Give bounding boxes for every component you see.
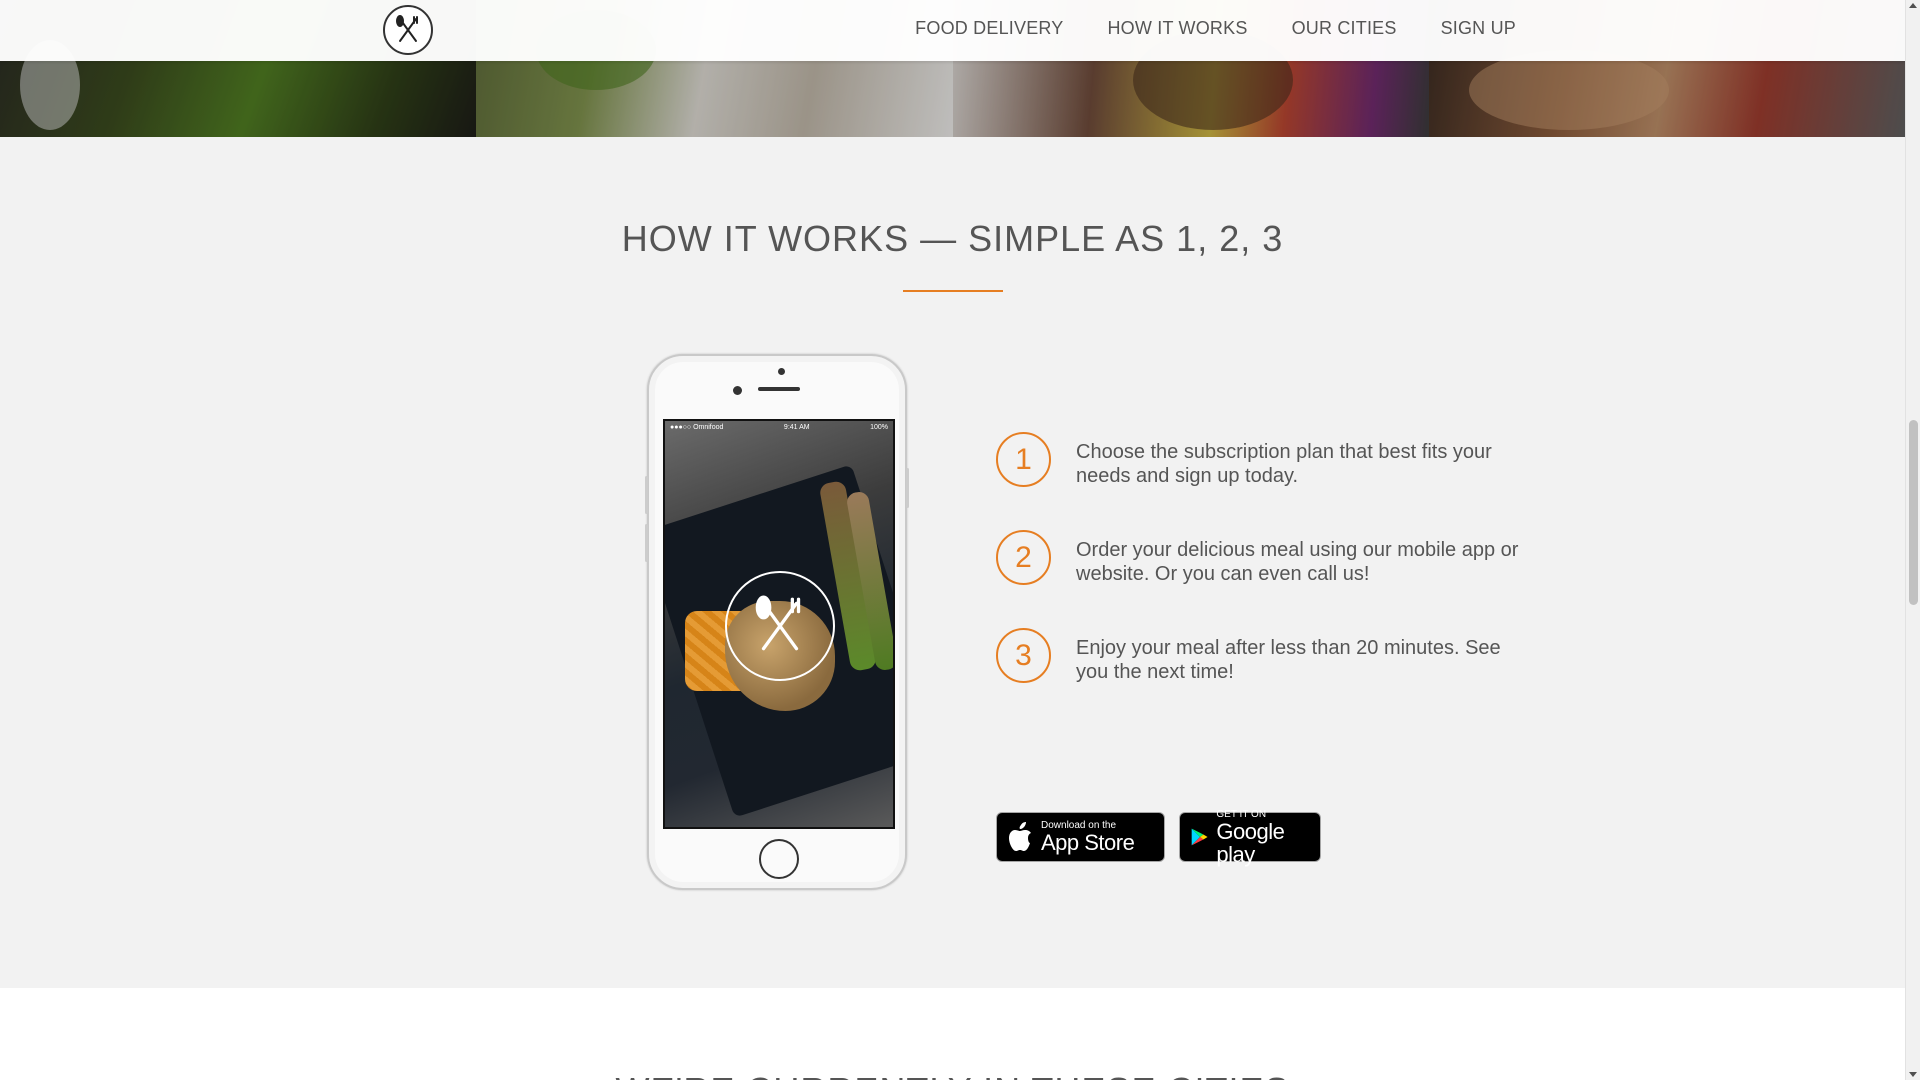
phone-home-button (759, 839, 799, 879)
cities-section: WE'RE CURRENTLY IN THESE CITIES (0, 988, 1905, 1080)
phone-status-bar: ●●●○○ Omnifood 9:41 AM 100% (665, 421, 893, 433)
cities-section-title: WE'RE CURRENTLY IN THESE CITIES (0, 1070, 1905, 1080)
sticky-nav: FOOD DELIVERY HOW IT WORKS OUR CITIES SI… (0, 0, 1905, 61)
nav-how-it-works[interactable]: HOW IT WORKS (1107, 18, 1247, 39)
phone-sensor (778, 368, 785, 375)
nav-sign-up[interactable]: SIGN UP (1441, 18, 1516, 39)
app-logo-on-screen (725, 571, 835, 681)
google-play-big-text: Google play (1216, 818, 1285, 867)
step-item: 2 Order your delicious meal using our mo… (996, 530, 1536, 586)
title-divider (903, 290, 1003, 292)
status-carrier: ●●●○○ Omnifood (670, 423, 724, 431)
step-number: 3 (996, 628, 1051, 683)
app-store-button[interactable]: Download on the App Store (996, 812, 1165, 862)
phone-screen: ●●●○○ Omnifood 9:41 AM 100% (663, 419, 895, 829)
fork-knife-icon (755, 595, 801, 651)
page-scrollbar[interactable] (1905, 0, 1920, 1080)
fork-knife-icon (396, 15, 418, 42)
phone-speaker (758, 387, 800, 391)
scroll-down-icon[interactable] (1909, 1072, 1917, 1077)
phone-volume-down (645, 524, 648, 562)
nav-food-delivery[interactable]: FOOD DELIVERY (915, 18, 1063, 39)
phone-volume-up (645, 476, 648, 514)
status-time: 9:41 AM (783, 423, 810, 431)
scroll-up-icon[interactable] (1909, 3, 1917, 8)
google-play-icon (1191, 828, 1208, 846)
step-text: Enjoy your meal after less than 20 minut… (1076, 637, 1501, 683)
apple-icon (1009, 822, 1031, 851)
scroll-thumb[interactable] (1909, 420, 1918, 605)
step-text: Choose the subscription plan that best f… (1076, 441, 1492, 487)
section-title: HOW IT WORKS — SIMPLE AS 1, 2, 3 (621, 218, 1284, 259)
main-nav: FOOD DELIVERY HOW IT WORKS OUR CITIES SI… (915, 0, 1516, 57)
app-store-big-text: App Store (1041, 830, 1135, 855)
omnifood-logo[interactable] (383, 5, 433, 55)
app-phone-mockup: ●●●○○ Omnifood 9:41 AM 100% (645, 354, 909, 890)
google-play-small-text: GET IT ON (1216, 808, 1267, 820)
step-item: 3 Enjoy your meal after less than 20 min… (996, 628, 1536, 684)
phone-camera (733, 386, 742, 395)
step-text: Order your delicious meal using our mobi… (1076, 539, 1519, 585)
google-play-button[interactable]: GET IT ON Google play (1179, 808, 1321, 866)
status-battery: 100% (870, 423, 888, 431)
phone-power-button (906, 468, 909, 508)
step-number: 2 (996, 530, 1051, 585)
step-number: 1 (996, 432, 1051, 487)
step-item: 1 Choose the subscription plan that best… (996, 432, 1536, 488)
nav-our-cities[interactable]: OUR CITIES (1292, 18, 1397, 39)
